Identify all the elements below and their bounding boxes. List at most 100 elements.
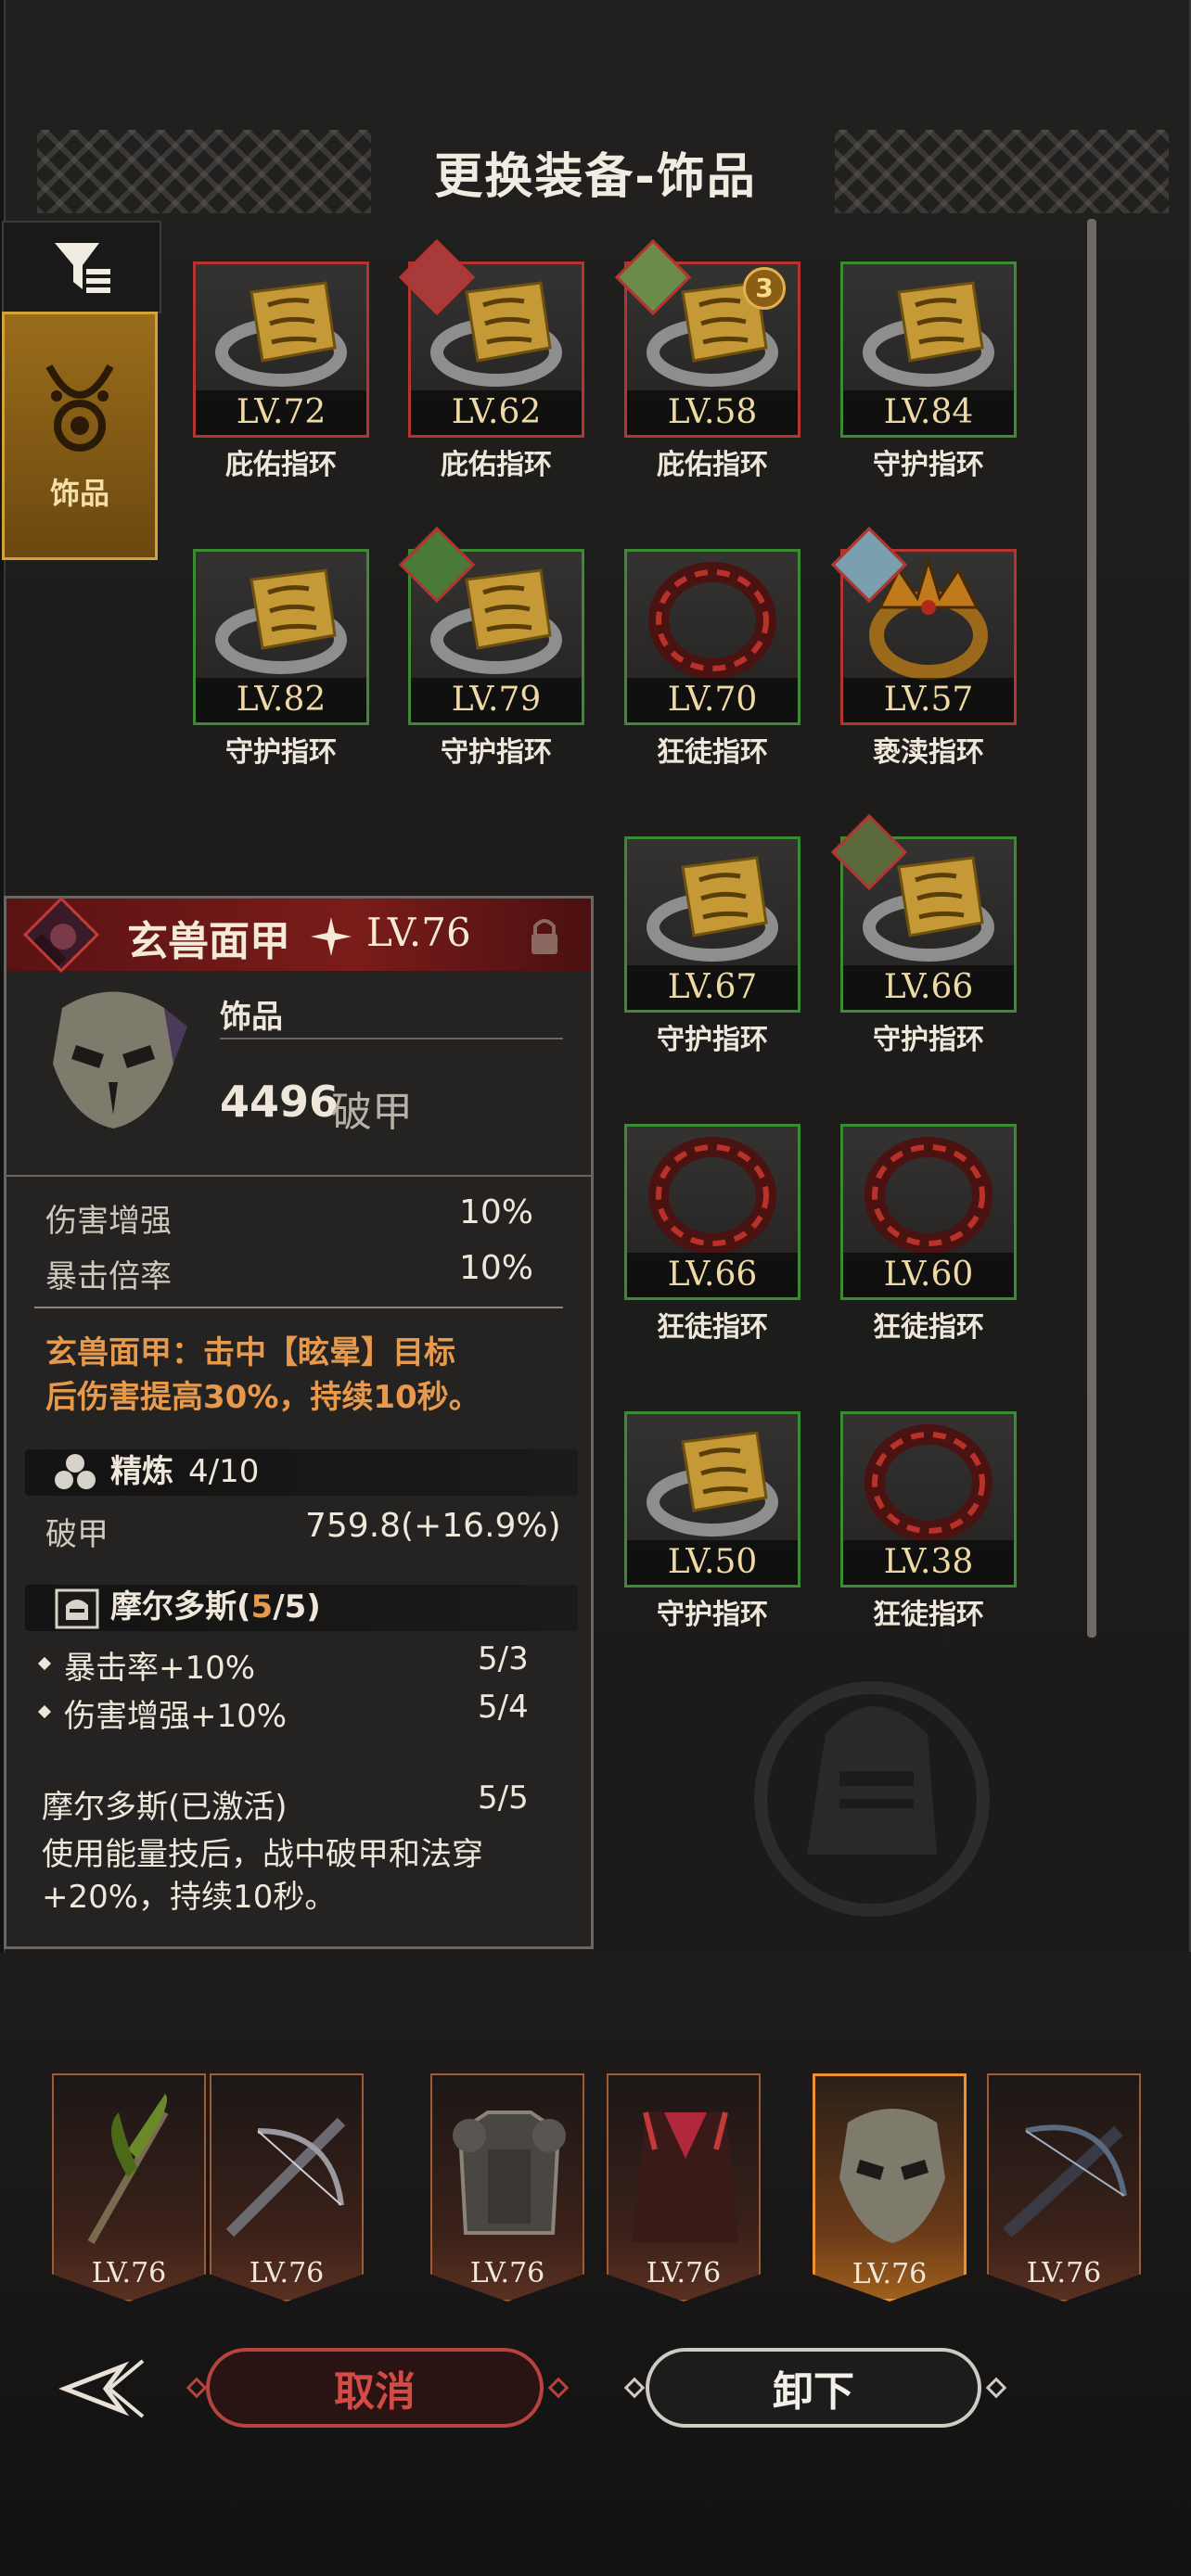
back-icon[interactable] bbox=[58, 2352, 150, 2426]
item-slot[interactable]: LV.60 bbox=[840, 1124, 1017, 1300]
gold-ring-icon bbox=[843, 264, 1014, 394]
filter-icon bbox=[55, 243, 110, 293]
item-name: 庇佑指环 bbox=[657, 449, 768, 481]
refine-stat-value: 759.8(+16.9%) bbox=[305, 1507, 561, 1545]
bullet-icon bbox=[37, 1656, 52, 1671]
red-ring-icon bbox=[843, 1127, 1014, 1256]
item-level: LV.66 bbox=[627, 1253, 798, 1297]
item-level: LV.70 bbox=[627, 678, 798, 722]
red-ring-icon bbox=[627, 1127, 798, 1256]
item-name: 亵渎指环 bbox=[873, 736, 984, 769]
item-slot[interactable]: LV.84 bbox=[840, 261, 1017, 438]
item-name: 守护指环 bbox=[225, 736, 337, 769]
item-name: 狂徒指环 bbox=[657, 736, 768, 769]
set-name: 摩尔多斯(5/5) bbox=[110, 1588, 321, 1626]
red-ring-icon bbox=[843, 1414, 1014, 1544]
stat-label: 伤害增强 bbox=[45, 1203, 172, 1240]
gear-slot[interactable]: LV.76 bbox=[987, 2073, 1141, 2302]
item-slot[interactable]: LV.72 bbox=[193, 261, 369, 438]
main-stat-label: 破甲 bbox=[331, 1089, 413, 1136]
item-detail-panel: 玄兽面甲 LV.76 饰品 4496 破甲 伤害增强 10% 暴击倍率 10% … bbox=[4, 896, 594, 1949]
item-level: LV.84 bbox=[843, 390, 1014, 435]
mask-icon bbox=[825, 2095, 960, 2252]
detail-category: 饰品 bbox=[220, 999, 283, 1036]
item-name: 守护指环 bbox=[657, 1599, 768, 1631]
item-name: 狂徒指环 bbox=[873, 1311, 984, 1344]
gear-slot[interactable]: LV.76 bbox=[52, 2073, 206, 2302]
item-level: LV.38 bbox=[843, 1540, 1014, 1585]
refine-value: 4/10 bbox=[188, 1453, 260, 1490]
item-name: 守护指环 bbox=[873, 1024, 984, 1056]
item-name: 守护指环 bbox=[657, 1024, 768, 1056]
refine-icon bbox=[55, 1454, 96, 1489]
gear-slot[interactable]: LV.76 bbox=[813, 2073, 967, 2302]
cape-icon bbox=[618, 2094, 753, 2251]
item-level: LV.72 bbox=[196, 390, 366, 435]
item-level: LV.60 bbox=[843, 1253, 1014, 1297]
set-active-label: 摩尔多斯(已激活) bbox=[42, 1789, 288, 1826]
item-slot[interactable]: LV.50 bbox=[624, 1411, 800, 1588]
effect-text-line2: 后伤害提高30%，持续10秒。 bbox=[45, 1379, 480, 1416]
armor-icon bbox=[442, 2094, 577, 2251]
item-slot[interactable]: LV.38 bbox=[840, 1411, 1017, 1588]
set-bonus-label: 暴击率+10% bbox=[64, 1650, 256, 1687]
star-icon bbox=[311, 917, 352, 956]
item-name: 守护指环 bbox=[873, 449, 984, 481]
item-level: LV.58 bbox=[627, 390, 798, 435]
item-name: 庇佑指环 bbox=[225, 449, 337, 481]
detail-item-level: LV.76 bbox=[366, 910, 471, 955]
refine-bar bbox=[25, 1449, 578, 1496]
item-slot[interactable]: LV.66 bbox=[624, 1124, 800, 1300]
list-scrollbar[interactable] bbox=[1087, 219, 1096, 1638]
item-slot[interactable]: LV.82 bbox=[193, 549, 369, 725]
item-level: LV.57 bbox=[843, 678, 1014, 722]
set-desc-line2: +20%，持续10秒。 bbox=[42, 1879, 337, 1916]
item-level: LV.67 bbox=[627, 965, 798, 1010]
set-helmet-icon bbox=[55, 1588, 99, 1629]
set-bonus-value: 5/4 bbox=[478, 1689, 529, 1726]
helmet-emblem-icon bbox=[754, 1681, 990, 1917]
item-name: 狂徒指环 bbox=[657, 1311, 768, 1344]
gold-ring-icon bbox=[196, 264, 366, 394]
item-name: 守护指环 bbox=[441, 736, 552, 769]
category-tab-label: 饰品 bbox=[49, 476, 109, 511]
gold-ring-icon bbox=[196, 552, 366, 682]
item-level: LV.62 bbox=[411, 390, 582, 435]
gear-slot[interactable]: LV.76 bbox=[210, 2073, 364, 2302]
stat-value: 10% bbox=[459, 1249, 534, 1287]
effect-text-line1: 玄兽面甲：击中【眩晕】目标 bbox=[45, 1334, 455, 1371]
item-name: 庇佑指环 bbox=[441, 449, 552, 481]
set-bonus-label: 伤害增强+10% bbox=[64, 1698, 288, 1735]
lock-icon[interactable] bbox=[526, 915, 563, 956]
set-desc-line1: 使用能量技后，战中破甲和法穿 bbox=[42, 1836, 483, 1873]
stat-value: 10% bbox=[459, 1193, 534, 1231]
bullet-icon bbox=[37, 1704, 52, 1719]
divider bbox=[6, 1175, 591, 1177]
set-active-value: 5/5 bbox=[478, 1779, 529, 1817]
divider bbox=[220, 1038, 563, 1039]
gear-slot[interactable]: LV.76 bbox=[607, 2073, 761, 2302]
crossbow-dark-icon bbox=[998, 2094, 1133, 2251]
feather-staff-icon bbox=[63, 2094, 198, 2251]
set-bonus-value: 5/3 bbox=[478, 1640, 529, 1677]
page-title: 更换装备-饰品 bbox=[434, 149, 757, 205]
mask-icon bbox=[53, 991, 187, 1129]
detail-item-name: 玄兽面甲 bbox=[127, 918, 290, 965]
item-slot[interactable]: LV.70 bbox=[624, 549, 800, 725]
ornament-divider bbox=[34, 1307, 563, 1308]
item-level: LV.79 bbox=[411, 678, 582, 722]
stat-label: 暴击倍率 bbox=[45, 1258, 172, 1295]
item-slot[interactable]: LV.67 bbox=[624, 836, 800, 1013]
filter-button[interactable] bbox=[2, 221, 161, 313]
cancel-button[interactable]: 取消 bbox=[206, 2348, 544, 2428]
gold-ring-icon bbox=[627, 839, 798, 969]
gear-slot[interactable]: LV.76 bbox=[430, 2073, 584, 2302]
refine-stat-label: 破甲 bbox=[45, 1516, 109, 1553]
unload-button[interactable]: 卸下 bbox=[646, 2348, 981, 2428]
red-ring-icon bbox=[627, 552, 798, 682]
crossbow-icon bbox=[221, 2094, 356, 2251]
item-level: LV.66 bbox=[843, 965, 1014, 1010]
gold-ring-icon bbox=[627, 1414, 798, 1544]
item-level: LV.82 bbox=[196, 678, 366, 722]
category-tab-accessory[interactable]: 饰品 bbox=[2, 312, 158, 560]
